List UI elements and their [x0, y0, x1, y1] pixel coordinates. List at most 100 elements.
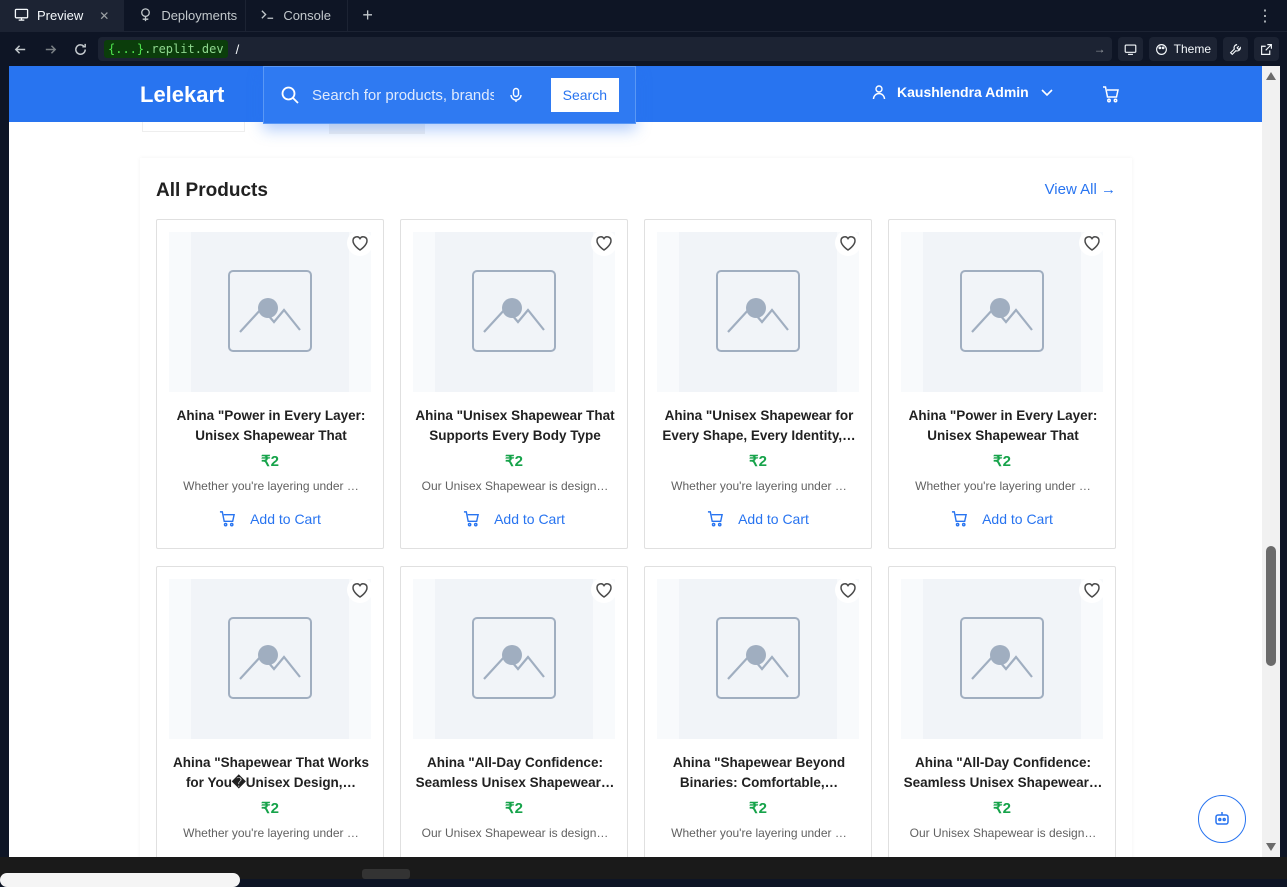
chatbot-button[interactable]: [1198, 795, 1246, 843]
product-image[interactable]: [169, 579, 371, 739]
wishlist-button[interactable]: [591, 230, 617, 256]
chevron-down-icon: [1041, 89, 1053, 97]
monitor-icon: [1124, 43, 1136, 55]
wishlist-button[interactable]: [591, 577, 617, 603]
product-name[interactable]: Ahina "Shapewear That Works for You�Unis…: [171, 753, 371, 793]
arrow-right-icon: [45, 44, 56, 54]
back-button[interactable]: [8, 37, 32, 61]
image-placeholder-icon: [960, 270, 1044, 352]
product-image-placeholder: [923, 232, 1081, 392]
product-card[interactable]: Ahina "All-Day Confidence: Seamless Unis…: [400, 566, 628, 857]
product-card[interactable]: Ahina "All-Day Confidence: Seamless Unis…: [888, 566, 1116, 857]
product-card[interactable]: Ahina "Power in Every Layer: Unisex Shap…: [888, 219, 1116, 549]
image-placeholder-icon: [228, 617, 312, 699]
user-menu[interactable]: Kaushlendra Admin: [871, 84, 1055, 100]
product-image[interactable]: [657, 232, 859, 392]
url-field[interactable]: {...}.replit.dev / →: [98, 37, 1112, 61]
wishlist-button[interactable]: [835, 577, 861, 603]
product-card[interactable]: Ahina "Shapewear Beyond Binaries: Comfor…: [644, 566, 872, 857]
wishlist-button[interactable]: [347, 230, 373, 256]
tab-deployments[interactable]: Deployments: [124, 0, 247, 31]
tab-preview[interactable]: Preview ✕: [0, 0, 125, 31]
add-to-cart-button[interactable]: Add to Cart: [645, 510, 871, 527]
scroll-up-arrow[interactable]: [1266, 72, 1276, 80]
go-arrow-icon[interactable]: →: [1094, 42, 1106, 56]
view-all-link[interactable]: View All →: [1045, 181, 1116, 198]
section-title: All Products: [156, 180, 268, 201]
vertical-scrollbar[interactable]: [1262, 66, 1280, 857]
product-name[interactable]: Ahina "Shapewear Beyond Binaries: Comfor…: [659, 753, 859, 793]
product-description: Whether you're layering under …: [183, 479, 359, 493]
cart-icon[interactable]: [1102, 85, 1120, 103]
close-icon[interactable]: ✕: [99, 9, 109, 23]
product-image[interactable]: [901, 579, 1103, 739]
tab-console[interactable]: Console: [246, 0, 349, 31]
product-image[interactable]: [413, 232, 615, 392]
product-image-placeholder: [435, 579, 593, 739]
product-name[interactable]: Ahina "Unisex Shapewear That Supports Ev…: [415, 406, 615, 446]
heart-icon: [352, 236, 368, 251]
add-to-cart-label: Add to Cart: [494, 510, 565, 527]
tab-label: Preview: [37, 8, 84, 23]
wishlist-button[interactable]: [347, 577, 373, 603]
deploy-icon: [138, 7, 153, 25]
heart-icon: [596, 236, 612, 251]
product-name[interactable]: Ahina "All-Day Confidence: Seamless Unis…: [903, 753, 1103, 793]
product-image-placeholder: [191, 232, 349, 392]
product-description: Our Unisex Shapewear is design…: [421, 826, 609, 840]
product-price: ₹2: [993, 453, 1011, 470]
product-name[interactable]: Ahina "Unisex Shapewear for Every Shape,…: [659, 406, 859, 446]
reload-icon: [74, 43, 86, 55]
product-description: Our Unisex Shapewear is design…: [909, 826, 1097, 840]
taskbar-edge: [0, 857, 1287, 887]
product-image[interactable]: [169, 232, 371, 392]
search-button[interactable]: Search: [550, 78, 619, 112]
product-name[interactable]: Ahina "All-Day Confidence: Seamless Unis…: [415, 753, 615, 793]
cart-icon: [464, 511, 480, 527]
scroll-thumb[interactable]: [1266, 546, 1276, 666]
product-card[interactable]: Ahina "Power in Every Layer: Unisex Shap…: [156, 219, 384, 549]
search-input[interactable]: [312, 86, 494, 104]
palette-icon: [1155, 43, 1167, 55]
product-description: Our Unisex Shapewear is design…: [421, 479, 609, 493]
product-price: ₹2: [993, 800, 1011, 817]
product-image-placeholder: [923, 579, 1081, 739]
devtools-button[interactable]: [1223, 37, 1248, 61]
add-to-cart-button[interactable]: Add to Cart: [157, 510, 383, 527]
product-card[interactable]: Ahina "Shapewear That Works for You�Unis…: [156, 566, 384, 857]
microphone-icon[interactable]: [508, 87, 524, 103]
reload-button[interactable]: [68, 37, 92, 61]
open-new-tab-button[interactable]: [1254, 37, 1279, 61]
product-image[interactable]: [413, 579, 615, 739]
add-tab-button[interactable]: +: [348, 0, 387, 31]
cart-icon: [220, 511, 236, 527]
site-logo[interactable]: Lelekart: [140, 82, 224, 108]
add-to-cart-button[interactable]: Add to Cart: [401, 510, 627, 527]
image-placeholder-icon: [716, 270, 800, 352]
product-price: ₹2: [261, 800, 279, 817]
product-description: Whether you're layering under …: [671, 826, 847, 840]
product-image[interactable]: [657, 579, 859, 739]
product-card[interactable]: Ahina "Unisex Shapewear That Supports Ev…: [400, 219, 628, 549]
forward-button[interactable]: [38, 37, 62, 61]
more-icon[interactable]: ⋮: [1243, 0, 1287, 31]
wishlist-button[interactable]: [1079, 230, 1105, 256]
product-image-placeholder: [435, 232, 593, 392]
add-to-cart-button[interactable]: Add to Cart: [889, 510, 1115, 527]
product-name[interactable]: Ahina "Power in Every Layer: Unisex Shap…: [171, 406, 371, 446]
product-card[interactable]: Ahina "Unisex Shapewear for Every Shape,…: [644, 219, 872, 549]
product-name[interactable]: Ahina "Power in Every Layer: Unisex Shap…: [903, 406, 1103, 446]
scroll-down-arrow[interactable]: [1266, 843, 1276, 851]
heart-icon: [1084, 583, 1100, 598]
url-host: {...}.replit.dev: [104, 40, 228, 58]
product-image[interactable]: [901, 232, 1103, 392]
category-strip-edge: [142, 122, 245, 132]
wishlist-button[interactable]: [1079, 577, 1105, 603]
wishlist-button[interactable]: [835, 230, 861, 256]
cart-icon: [708, 511, 724, 527]
device-button[interactable]: [1117, 37, 1143, 61]
tab-label: Console: [283, 8, 332, 23]
theme-button[interactable]: Theme: [1148, 37, 1217, 61]
heart-icon: [596, 583, 612, 598]
image-placeholder-icon: [472, 617, 556, 699]
